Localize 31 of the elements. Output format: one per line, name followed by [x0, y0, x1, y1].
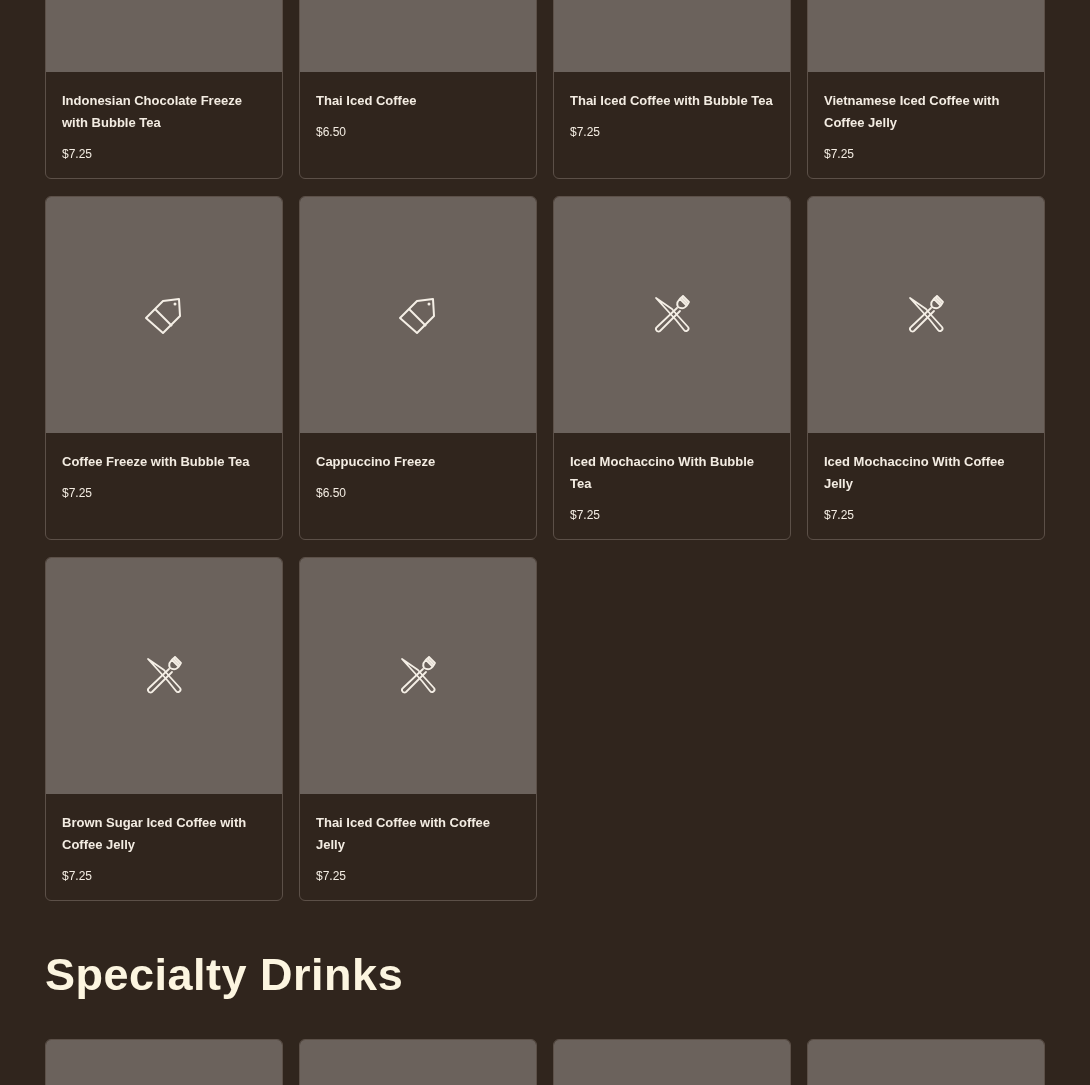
menu-card[interactable]: Thai Iced Coffee with Coffee Jelly $7.25 — [299, 557, 537, 901]
menu-card[interactable]: Coffee Freeze with Bubble Tea $7.25 — [45, 196, 283, 540]
item-name: Vietnamese Iced Coffee with Coffee Jelly — [824, 92, 1001, 132]
item-name: Thai Iced Coffee with Coffee Jelly — [316, 814, 492, 854]
menu-card[interactable]: Thai Iced Coffee $6.50 — [299, 0, 537, 179]
item-name: Coffee Freeze with Bubble Tea — [62, 453, 251, 471]
menu-card[interactable]: Vietnamese Iced Coffee with Coffee Jelly $7.25 — [807, 0, 1045, 179]
item-price: $7.25 — [570, 507, 602, 523]
item-name: Thai Iced Coffee — [316, 92, 418, 110]
menu-card[interactable]: Iced Mochaccino With Bubble Tea $7.25 — [553, 196, 791, 540]
item-name: Cappuccino Freeze — [316, 453, 437, 471]
item-price: $7.25 — [316, 868, 348, 884]
section-heading: Specialty Drinks — [45, 949, 405, 1001]
item-name: Iced Mochaccino With Bubble Tea — [570, 453, 756, 493]
menu-card[interactable]: Cappuccino Freeze $6.50 — [299, 196, 537, 540]
item-price: $7.25 — [62, 146, 94, 162]
item-name: Indonesian Chocolate Freeze with Bubble Tea — [62, 92, 243, 132]
menu-card[interactable]: Thai Iced Coffee with Bubble Tea $7.25 — [553, 0, 791, 179]
item-name: Brown Sugar Iced Coffee with Coffee Jelly — [62, 814, 248, 854]
item-price: $7.25 — [62, 868, 94, 884]
menu-card[interactable]: Indonesian Chocolate Freeze with Bubble Tea $7.25 — [45, 0, 283, 179]
item-price: $7.25 — [824, 507, 856, 523]
item-price: $7.25 — [62, 485, 94, 501]
item-price: $6.50 — [316, 485, 348, 501]
menu-card[interactable]: Brown Sugar Iced Coffee with Coffee Jelly $7.25 — [45, 557, 283, 901]
menu-card[interactable]: Iced Mochaccino With Coffee Jelly $7.25 — [807, 196, 1045, 540]
item-price: $7.25 — [824, 146, 856, 162]
item-name: Thai Iced Coffee with Bubble Tea — [570, 92, 774, 110]
item-price: $7.25 — [570, 124, 602, 140]
item-price: $6.50 — [316, 124, 348, 140]
item-name: Iced Mochaccino With Coffee Jelly — [824, 453, 1006, 493]
